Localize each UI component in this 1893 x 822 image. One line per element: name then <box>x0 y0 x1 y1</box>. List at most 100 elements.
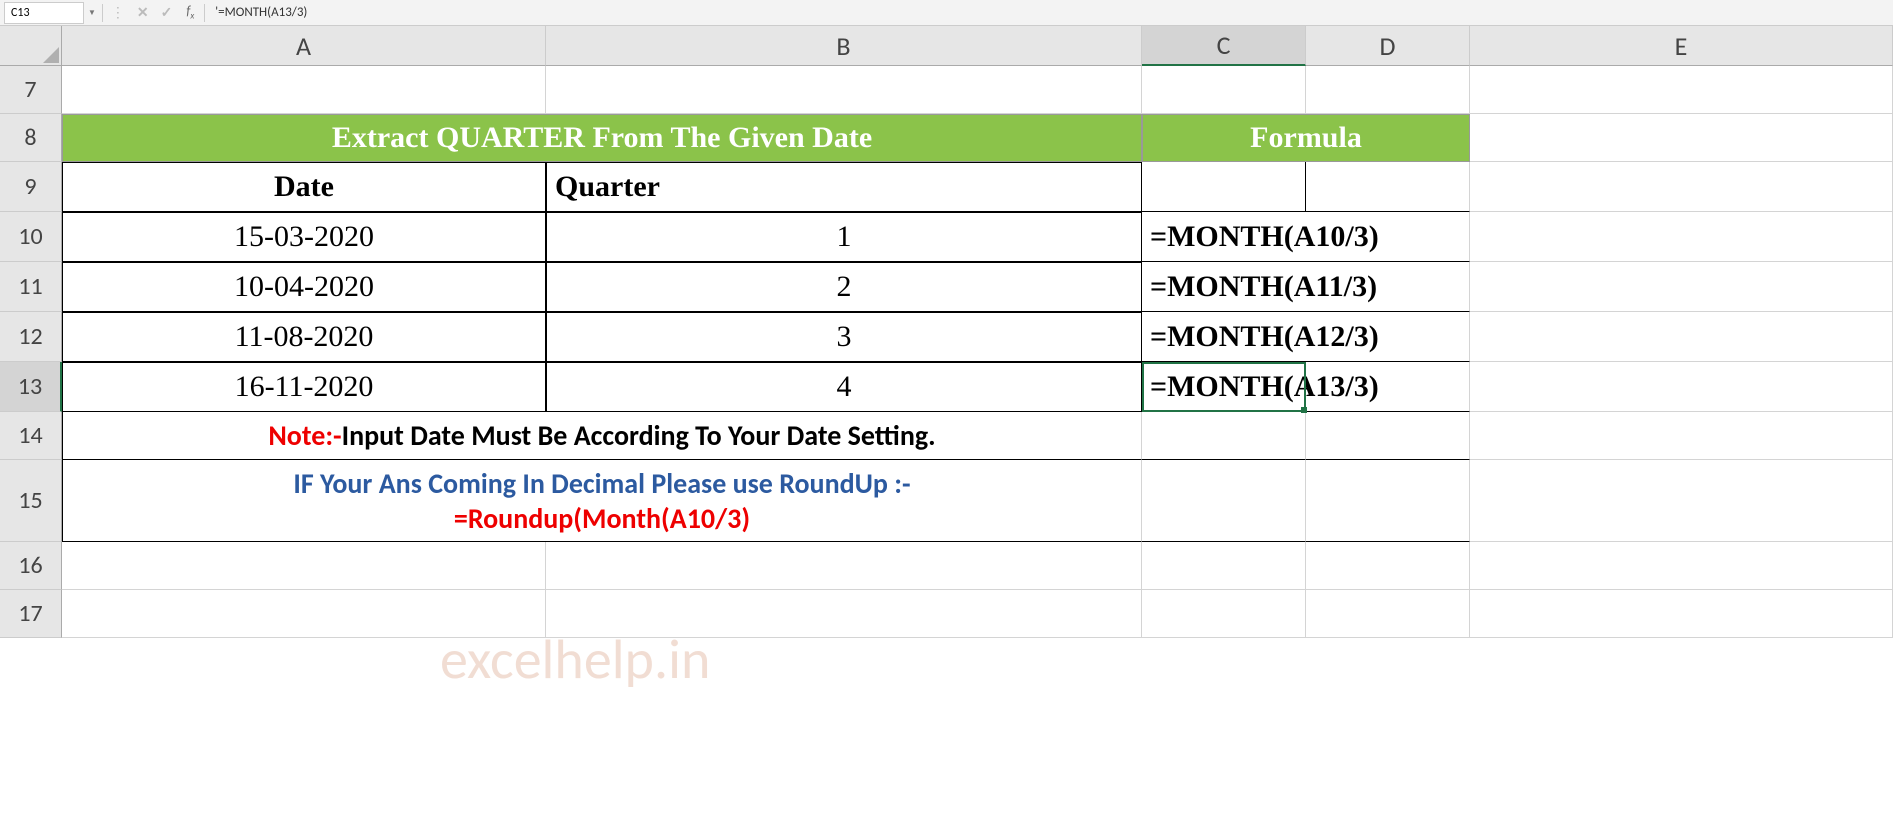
cell-C8-D8-formula-title[interactable]: Formula <box>1142 114 1470 162</box>
formula-value: =MONTH(A11/3) <box>1150 270 1377 304</box>
name-box-value: C13 <box>11 6 30 20</box>
row-header-7[interactable]: 7 <box>0 66 62 114</box>
cell-C13[interactable]: =MONTH(A13/3) <box>1142 362 1470 412</box>
cell-E11[interactable] <box>1470 262 1893 312</box>
select-all-corner[interactable] <box>0 26 62 66</box>
cell-E14[interactable] <box>1470 412 1893 460</box>
cell-D7[interactable] <box>1306 66 1470 114</box>
cell-A16[interactable] <box>62 542 546 590</box>
cell-D14[interactable] <box>1306 412 1470 460</box>
formula-title: Formula <box>1250 121 1362 155</box>
cell-A9-date-header[interactable]: Date <box>62 162 546 212</box>
spreadsheet: A B C D E 7 8 9 10 11 12 13 14 15 16 17 <box>0 26 1893 822</box>
cell-B16[interactable] <box>546 542 1142 590</box>
cell-C11[interactable]: =MONTH(A11/3) <box>1142 262 1470 312</box>
quarter-value: 1 <box>837 220 852 254</box>
cell-E7[interactable] <box>1470 66 1893 114</box>
cell-C15[interactable] <box>1142 460 1306 542</box>
cell-C12[interactable]: =MONTH(A12/3) <box>1142 312 1470 362</box>
row-headers: 7 8 9 10 11 12 13 14 15 16 17 <box>0 66 62 638</box>
cell-A14-note[interactable]: Note:- Input Date Must Be According To Y… <box>62 412 1142 460</box>
quarter-header: Quarter <box>555 170 660 204</box>
cell-A10[interactable]: 15-03-2020 <box>62 212 546 262</box>
date-value: 16-11-2020 <box>235 370 374 404</box>
more-icon: ⋮ <box>111 4 125 21</box>
formula-value: =MONTH(A12/3) <box>1150 320 1379 354</box>
cell-C17[interactable] <box>1142 590 1306 638</box>
cell-B10[interactable]: 1 <box>546 212 1142 262</box>
col-header-E[interactable]: E <box>1470 26 1893 66</box>
quarter-value: 4 <box>837 370 852 404</box>
formula-input-value: '=MONTH(A13/3) <box>215 5 307 20</box>
row-header-9[interactable]: 9 <box>0 162 62 212</box>
cell-B13[interactable]: 4 <box>546 362 1142 412</box>
date-value: 11-08-2020 <box>235 320 374 354</box>
column-headers: A B C D E <box>62 26 1893 66</box>
cell-B12[interactable]: 3 <box>546 312 1142 362</box>
row-header-17[interactable]: 17 <box>0 590 62 638</box>
cell-A12[interactable]: 11-08-2020 <box>62 312 546 362</box>
cell-E9[interactable] <box>1470 162 1893 212</box>
col-header-C[interactable]: C <box>1142 26 1306 66</box>
formula-input[interactable]: '=MONTH(A13/3) <box>207 5 1893 20</box>
row-header-10[interactable]: 10 <box>0 212 62 262</box>
col-header-A[interactable]: A <box>62 26 546 66</box>
roundup-formula: =Roundup(Month(A10/3) <box>454 501 750 536</box>
cell-C10[interactable]: =MONTH(A10/3) <box>1142 212 1470 262</box>
note-prefix: Note:- <box>268 418 341 453</box>
note-text: Input Date Must Be According To Your Dat… <box>342 418 936 453</box>
col-header-D[interactable]: D <box>1306 26 1470 66</box>
col-header-B[interactable]: B <box>546 26 1142 66</box>
cell-B7[interactable] <box>546 66 1142 114</box>
cell-C9[interactable] <box>1142 162 1306 212</box>
formula-bar: C13 ▼ ⋮ ✕ ✓ fx '=MONTH(A13/3) <box>0 0 1893 26</box>
cell-A7[interactable] <box>62 66 546 114</box>
divider <box>204 4 205 22</box>
divider <box>102 4 103 22</box>
formula-value: =MONTH(A13/3) <box>1150 370 1379 404</box>
cell-E15[interactable] <box>1470 460 1893 542</box>
cell-A15-roundup-note[interactable]: IF Your Ans Coming In Decimal Please use… <box>62 460 1142 542</box>
row-header-12[interactable]: 12 <box>0 312 62 362</box>
cell-E8[interactable] <box>1470 114 1893 162</box>
quarter-value: 3 <box>837 320 852 354</box>
cell-A17[interactable] <box>62 590 546 638</box>
cell-B17[interactable] <box>546 590 1142 638</box>
row-header-15[interactable]: 15 <box>0 460 62 542</box>
date-value: 10-04-2020 <box>234 270 374 304</box>
cell-D17[interactable] <box>1306 590 1470 638</box>
cell-E12[interactable] <box>1470 312 1893 362</box>
cell-E16[interactable] <box>1470 542 1893 590</box>
date-value: 15-03-2020 <box>234 220 374 254</box>
cell-C14[interactable] <box>1142 412 1306 460</box>
cancel-icon[interactable]: ✕ <box>137 4 149 21</box>
cell-E17[interactable] <box>1470 590 1893 638</box>
cell-D16[interactable] <box>1306 542 1470 590</box>
quarter-value: 2 <box>837 270 852 304</box>
date-header: Date <box>274 170 334 204</box>
name-box[interactable]: C13 <box>4 2 84 24</box>
cell-C7[interactable] <box>1142 66 1306 114</box>
row-header-8[interactable]: 8 <box>0 114 62 162</box>
if-text: IF Your Ans Coming In Decimal Please use… <box>293 466 910 501</box>
cell-C16[interactable] <box>1142 542 1306 590</box>
cell-D15[interactable] <box>1306 460 1470 542</box>
row-header-13[interactable]: 13 <box>0 362 62 412</box>
name-box-dropdown-icon[interactable]: ▼ <box>88 8 96 18</box>
cell-E13[interactable] <box>1470 362 1893 412</box>
cell-D9[interactable] <box>1306 162 1470 212</box>
cell-B9-quarter-header[interactable]: Quarter <box>546 162 1142 212</box>
cell-A8-B8-title[interactable]: Extract QUARTER From The Given Date <box>62 114 1142 162</box>
cell-B11[interactable]: 2 <box>546 262 1142 312</box>
fx-icon[interactable]: fx <box>186 4 194 22</box>
cell-A11[interactable]: 10-04-2020 <box>62 262 546 312</box>
cell-E10[interactable] <box>1470 212 1893 262</box>
row-header-11[interactable]: 11 <box>0 262 62 312</box>
cell-A13[interactable]: 16-11-2020 <box>62 362 546 412</box>
main-title: Extract QUARTER From The Given Date <box>332 121 872 155</box>
cell-grid: Extract QUARTER From The Given Date Form… <box>62 66 1893 638</box>
confirm-icon[interactable]: ✓ <box>161 4 173 21</box>
formula-value: =MONTH(A10/3) <box>1150 220 1379 254</box>
row-header-16[interactable]: 16 <box>0 542 62 590</box>
row-header-14[interactable]: 14 <box>0 412 62 460</box>
